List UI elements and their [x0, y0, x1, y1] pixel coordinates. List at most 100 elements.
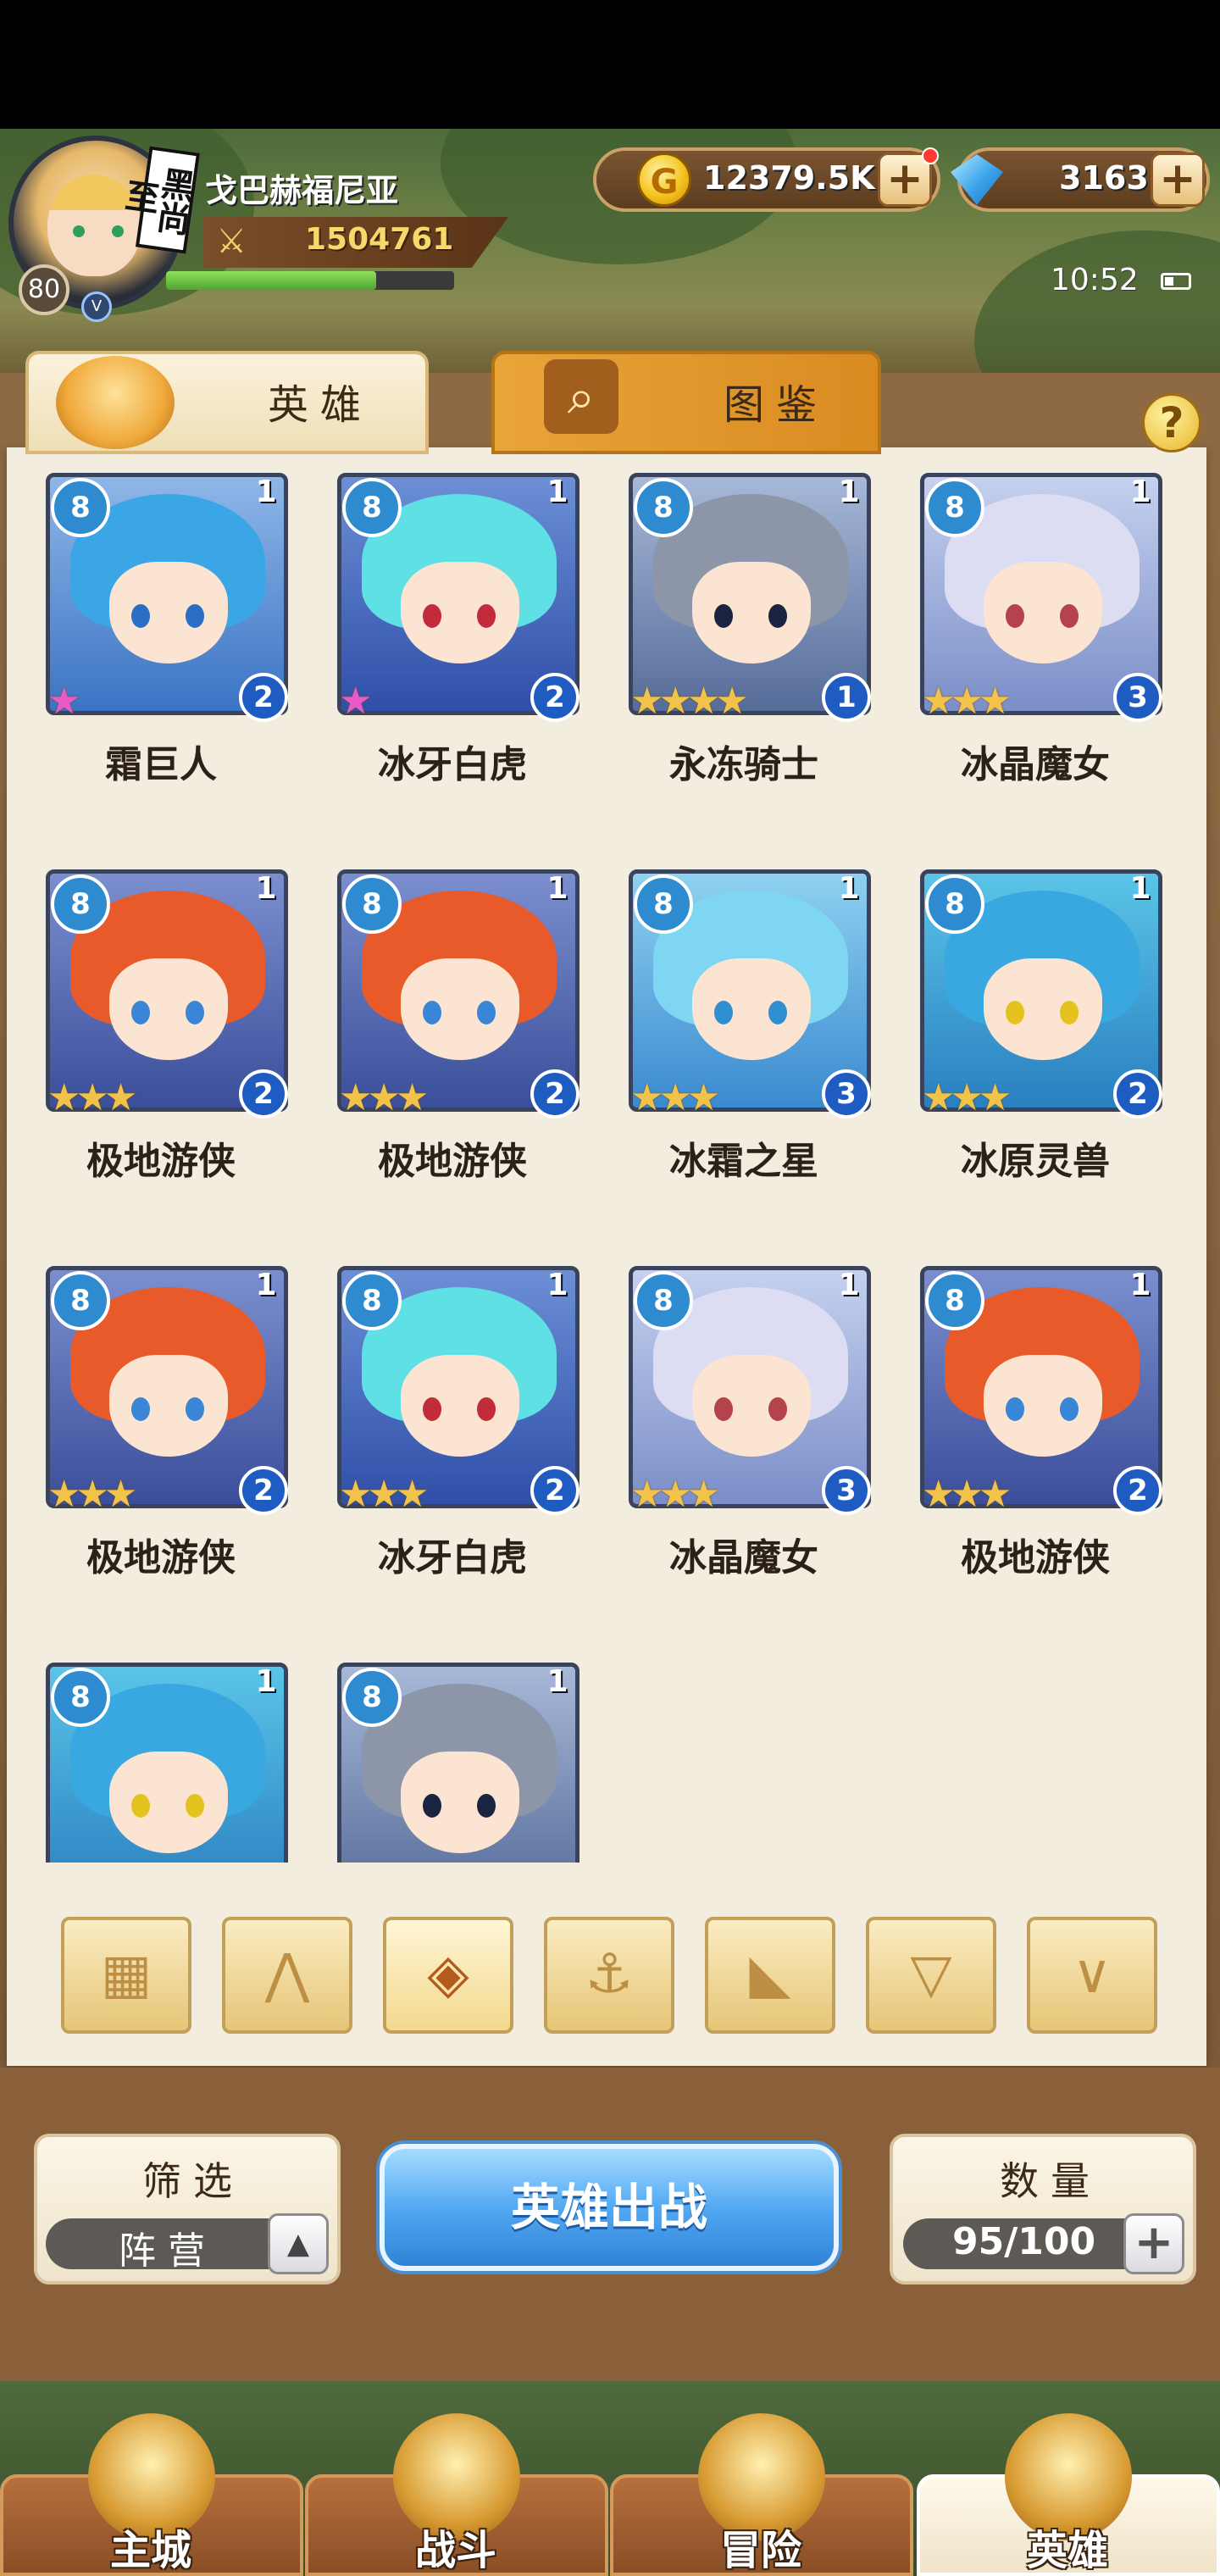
- hero-level-badge: 2: [239, 1069, 288, 1119]
- expand-capacity-button[interactable]: +: [1123, 2213, 1184, 2274]
- hero-tier: 1: [546, 871, 568, 906]
- portrait-eye: [423, 604, 441, 628]
- hero-card[interactable]: 8 1 ★★★ 2 极地游侠: [891, 1251, 1179, 1624]
- hero-level-badge: 2: [239, 1466, 288, 1515]
- hero-name: 冰原灵兽: [961, 1140, 1110, 1183]
- hero-tier: 1: [255, 871, 277, 906]
- hero-card[interactable]: 8 1 ★★★★ 1 永冻骑士: [600, 458, 888, 830]
- portrait-face: [401, 1752, 519, 1853]
- hero-card[interactable]: 8 1 ★★★ 3 冰霜之星: [600, 854, 888, 1227]
- hero-tier: 1: [1129, 1268, 1151, 1302]
- filter-wings-icon[interactable]: ∨: [1027, 1917, 1157, 2034]
- hero-card[interactable]: 81: [308, 1647, 596, 1863]
- ice-faction-icon: 8: [634, 478, 693, 537]
- hero-card[interactable]: 8 1 ★★★ 2 极地游侠: [17, 854, 305, 1227]
- ice-faction-icon: 8: [51, 478, 110, 537]
- hero-level-badge: 2: [1113, 1069, 1162, 1119]
- portrait-eye: [1060, 1001, 1079, 1024]
- filter-anchor-icon[interactable]: ⚓: [544, 1917, 674, 2034]
- hero-name: 极地游侠: [961, 1536, 1110, 1579]
- portrait-face: [109, 1355, 228, 1457]
- deploy-heroes-button[interactable]: 英雄出战: [380, 2144, 839, 2271]
- portrait-eye: [131, 604, 150, 628]
- portrait-face: [109, 1752, 228, 1853]
- player-name: 戈巴赫福尼亚: [205, 172, 399, 209]
- portrait-face: [401, 562, 519, 663]
- hero-card[interactable]: 8 1 ★★★ 3 冰晶魔女: [600, 1251, 888, 1624]
- portrait-eye: [768, 1001, 787, 1024]
- ice-faction-icon: 8: [51, 874, 110, 934]
- hero-level-badge: 1: [822, 673, 871, 722]
- star-rating: ★★★: [922, 1473, 1012, 1516]
- star-rating: ★★★: [922, 680, 1012, 723]
- portrait-face: [984, 958, 1102, 1060]
- ice-faction-icon: 8: [634, 874, 693, 934]
- hero-card[interactable]: 8 1 ★★★ 2 冰原灵兽: [891, 854, 1179, 1227]
- gold-coin-icon: G: [637, 153, 691, 207]
- nav-label: 冒险: [719, 2527, 801, 2574]
- portrait-face: [692, 958, 811, 1060]
- star-rating: ★★★: [47, 1473, 137, 1516]
- portrait-face: [401, 958, 519, 1060]
- add-gem-button[interactable]: +: [1151, 153, 1205, 207]
- hero-card[interactable]: 8 1 ★ 2 冰牙白虎: [308, 458, 596, 830]
- portrait-eye: [1006, 1001, 1024, 1024]
- ice-faction-icon: 8: [925, 478, 984, 537]
- filter-value: 阵营: [119, 2229, 217, 2273]
- portrait-eye: [1060, 1397, 1079, 1421]
- portrait-eye: [714, 604, 733, 628]
- player-level-badge: 80: [19, 264, 69, 315]
- help-button[interactable]: ?: [1142, 393, 1201, 452]
- count-title: 数量: [1000, 2158, 1101, 2204]
- star-rating: ★★★: [922, 1076, 1012, 1119]
- chevron-up-button[interactable]: ▲: [268, 2213, 329, 2274]
- star-rating: ★★★: [630, 1076, 720, 1119]
- hero-tier: 1: [255, 1664, 277, 1699]
- star-rating: ★: [47, 680, 81, 723]
- portrait-eye: [423, 1794, 441, 1818]
- hero-grid: 8 1 ★ 2 霜巨人 8 1 ★ 2 冰牙白虎 8 1 ★★★★ 1 永冻骑士 8 1 ★★★ 3 冰晶魔女 8 1 ★★…: [17, 458, 1203, 1863]
- hero-name: 极地游侠: [86, 1140, 236, 1183]
- portrait-eye: [1006, 1397, 1024, 1421]
- portrait-eye: [768, 1397, 787, 1421]
- portrait-eye: [714, 1001, 733, 1024]
- helmet-icon: [56, 356, 175, 449]
- filter-beast-head-icon[interactable]: ◣: [705, 1917, 835, 2034]
- ice-faction-icon: 8: [51, 1668, 110, 1727]
- hero-tier: 1: [546, 1268, 568, 1302]
- ice-faction-icon: 8: [342, 874, 402, 934]
- tab-collection-label: 图鉴: [724, 381, 829, 429]
- hero-card[interactable]: 8 1 ★★★ 3 冰晶魔女: [891, 458, 1179, 830]
- hero-card[interactable]: 8 1 ★★★ 2 极地游侠: [308, 854, 596, 1227]
- hero-card[interactable]: 8 1 ★★★ 2 极地游侠: [17, 1251, 305, 1624]
- gold-value: 12379.5K: [703, 159, 875, 197]
- hero-tier: 1: [838, 871, 860, 906]
- portrait-eye: [186, 1794, 204, 1818]
- portrait-face: [109, 958, 228, 1060]
- portrait-eye: [131, 1397, 150, 1421]
- magnifier-icon: ⌕: [544, 359, 618, 434]
- hero-card[interactable]: 81: [17, 1647, 305, 1863]
- filter-horns-icon[interactable]: ▽: [866, 1917, 996, 2034]
- ice-faction-icon: 8: [925, 1271, 984, 1330]
- filter-leaf-icon[interactable]: ⋀: [222, 1917, 352, 2034]
- hero-card[interactable]: 8 1 ★ 2 霜巨人: [17, 458, 305, 830]
- status-bar-area: [0, 0, 1220, 129]
- hero-card[interactable]: 8 1 ★★★ 2 冰牙白虎: [308, 1251, 596, 1624]
- ice-faction-icon: 8: [342, 1271, 402, 1330]
- hero-name: 冰牙白虎: [378, 743, 527, 786]
- portrait-face: [109, 562, 228, 663]
- filter-ice-diamond-icon[interactable]: ◈: [383, 1917, 513, 2034]
- hero-tier: 1: [838, 1268, 860, 1302]
- hero-name: 冰霜之星: [669, 1140, 818, 1183]
- hero-level-badge: 2: [530, 673, 580, 722]
- portrait-eye: [477, 1794, 496, 1818]
- gem-value: 3163: [1059, 159, 1149, 197]
- hero-level-badge: 2: [1113, 1466, 1162, 1515]
- exp-bar-fill: [166, 271, 377, 290]
- hero-tier: 1: [1129, 475, 1151, 509]
- filter-grid-icon[interactable]: ▦: [61, 1917, 191, 2034]
- hero-name: 极地游侠: [378, 1140, 527, 1183]
- ice-faction-icon: 8: [342, 478, 402, 537]
- hero-tier: 1: [546, 475, 568, 509]
